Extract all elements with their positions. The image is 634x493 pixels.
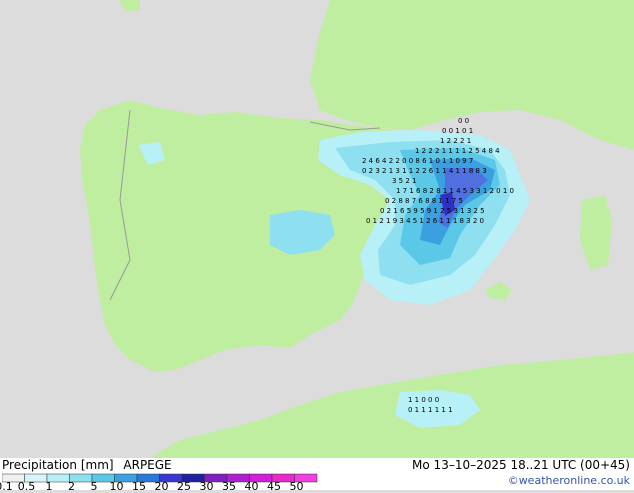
precip-value-label: 0 2 1 6 5 9 5 9 1 2 5 3 1 3 2 5	[380, 207, 485, 215]
precip-value-label: 1 1 0 0 0	[408, 396, 439, 404]
footer-bar: Precipitation [mm] ARPEGE Mo 13–10–2025 …	[0, 458, 634, 493]
precip-value-label: 0 1 2 1 9 3 4 5 1 2 6 1 1 1 8 3 2 0	[366, 217, 484, 225]
scale-tick-label: 45	[267, 480, 281, 493]
scale-tick-label: 0.1	[0, 480, 13, 493]
precip-title: Precipitation [mm]	[2, 458, 114, 472]
scale-tick-label: 0.5	[17, 480, 36, 493]
precip-value-label: 0 1 1 1 1 1 1	[408, 406, 453, 414]
scale-tick-label: 1	[45, 480, 53, 493]
scale-tick-label: 40	[244, 480, 259, 493]
model-name: ARPEGE	[123, 458, 172, 472]
title-left: Precipitation [mm] ARPEGE	[2, 458, 172, 472]
scale-tick-label: 35	[222, 480, 236, 493]
precip-value-label: 3 5 2 1	[392, 177, 417, 185]
scale-tick-label: 25	[177, 480, 191, 493]
precip-value-label: 1 2 2 2 1 1 1 1 2 5 4 8 4	[415, 147, 500, 155]
scale-tick-label: 20	[154, 480, 169, 493]
precip-value-label: 0 2 8 8 7 6 8 8 1 1 7 5	[385, 197, 463, 205]
scale-tick-label: 15	[132, 480, 146, 493]
scale-tick-label: 10	[109, 480, 124, 493]
valid-time: Mo 13–10–2025 18..21 UTC (00+45)	[412, 458, 630, 472]
credit-link[interactable]: ©weatheronline.co.uk	[508, 474, 630, 487]
scale-tick-label: 50	[289, 480, 304, 493]
scale-tick-label: 5	[90, 480, 98, 493]
scale-tick-label: 2	[68, 480, 75, 493]
precip-value-label: 1 2 2 2 1	[440, 137, 471, 145]
precip-value-label: 0 0	[458, 117, 469, 125]
precip-value-label: 0 0 1 0 1	[442, 127, 473, 135]
precip-value-label: 2 4 6 4 2 2 0 0 8 6 1 0 1 1 0 9 7	[362, 157, 473, 165]
precipitation-map: 0 0 0 0 1 0 1 1 2 2 2 1 1 2 2 2 1 1 1 1 2 5…	[0, 0, 634, 458]
precip-value-label: 0 2 3 2 1 3 1 1 2 2 6 1 1 4 1 1 8 8 3	[362, 167, 487, 175]
precip-value-label: 1 7 1 6 8 2 8 1 1 4 5 3 3 1 2 0 1 0	[396, 187, 514, 195]
scale-tick-label: 30	[199, 480, 214, 493]
